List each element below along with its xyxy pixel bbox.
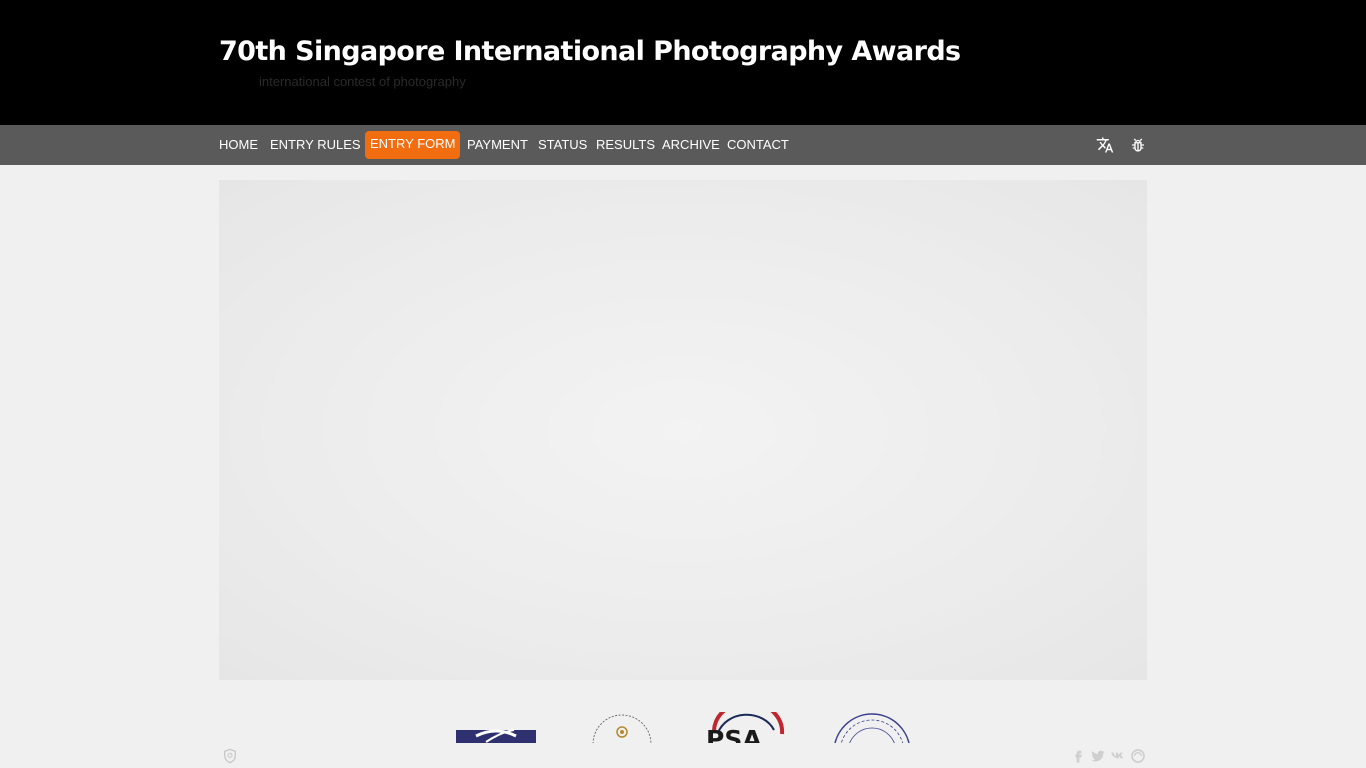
seal-logo-icon (592, 714, 652, 743)
translate-icon[interactable] (1096, 136, 1114, 154)
nav-payment[interactable]: PAYMENT (467, 131, 528, 159)
site-subtitle: international contest of photography (259, 74, 466, 89)
international-seal-icon (834, 713, 910, 743)
nav-contact[interactable]: CONTACT (727, 131, 789, 159)
nav-archive[interactable]: ARCHIVE (662, 131, 720, 159)
site-icon[interactable] (1130, 748, 1146, 764)
bug-icon[interactable] (1129, 136, 1147, 154)
nav-status[interactable]: STATUS (538, 131, 587, 159)
hero-banner (219, 180, 1147, 680)
shield-icon[interactable] (222, 748, 238, 764)
patron-logos: PSA (0, 712, 1366, 743)
nav-home[interactable]: HOME (219, 131, 258, 159)
psa-logo-text: PSA (706, 725, 762, 743)
nav-entry-form[interactable]: ENTRY FORM (365, 131, 461, 159)
site-header: 70th Singapore International Photography… (0, 0, 1366, 125)
nav-results[interactable]: RESULTS (596, 131, 655, 159)
nav-entry-rules[interactable]: ENTRY RULES (270, 131, 361, 159)
psa-logo-icon: PSA (706, 712, 785, 743)
site-title[interactable]: 70th Singapore International Photography… (219, 36, 961, 67)
vk-icon[interactable] (1110, 748, 1126, 764)
fiap-logo-icon (456, 729, 536, 743)
facebook-icon[interactable] (1070, 748, 1086, 764)
twitter-icon[interactable] (1090, 748, 1106, 764)
